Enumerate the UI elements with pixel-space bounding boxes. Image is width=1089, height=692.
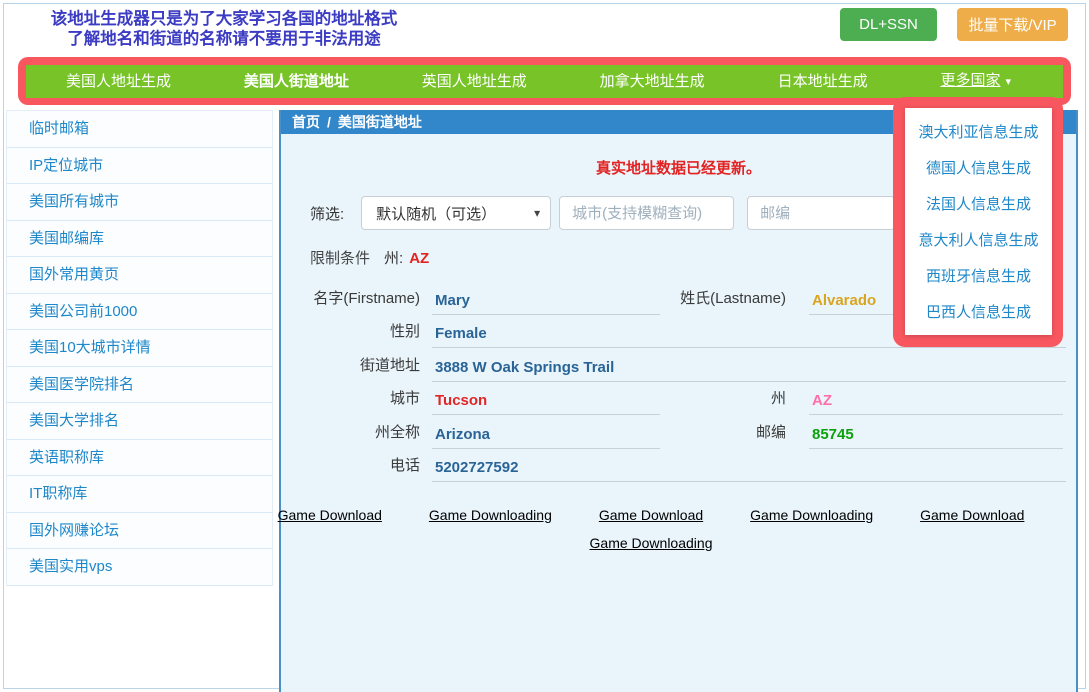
row-statefull-zip: 州全称 Arizona 邮编 85745 [281,415,1076,449]
main-nav: 美国人地址生成 美国人街道地址 英国人地址生成 加拿大地址生成 日本地址生成 更… [26,65,1063,98]
state-full-label: 州全称 [281,421,420,442]
game-links-row-2: Game Downloading [281,535,1021,553]
filter-row: 筛选: 默认随机（可选） ▾ [310,196,895,230]
more-countries-dropdown: 澳大利亚信息生成 德国人信息生成 法国人信息生成 意大利人信息生成 西班牙信息生… [905,108,1052,335]
disclaimer-line-1: 该地址生成器只是为了大家学习各国的地址格式 [28,9,420,29]
nav-item-more-countries[interactable]: 更多国家▾ [940,64,1011,99]
sidebar-item-med-school-rank[interactable]: 美国医学院排名 [7,367,272,404]
sidebar-item-it-titles[interactable]: IT职称库 [7,476,272,513]
row-street: 街道地址 3888 W Oak Springs Trail [281,348,1076,382]
firstname-value: Mary [432,292,660,315]
dropdown-item-spain[interactable]: 西班牙信息生成 [926,265,1031,286]
phone-label: 电话 [281,454,420,475]
street-value: 3888 W Oak Springs Trail [432,359,1066,382]
gender-label: 性别 [281,320,420,341]
dropdown-item-france[interactable]: 法国人信息生成 [926,193,1031,214]
dropdown-item-brazil[interactable]: 巴西人信息生成 [926,301,1031,322]
game-links: Game Download Game Downloading Game Down… [281,507,1021,553]
sidebar-item-english-titles[interactable]: 英语职称库 [7,440,272,477]
state-label: 州 [641,387,786,408]
sidebar-item-us-zip-db[interactable]: 美国邮编库 [7,221,272,258]
state-value: AZ [809,392,1063,415]
game-link[interactable]: Game Download [920,507,1024,523]
game-link[interactable]: Game Downloading [750,507,873,523]
breadcrumb-current: 美国街道地址 [338,114,422,130]
row-city-state: 城市 Tucson 州 AZ [281,382,1076,416]
filter-label: 筛选: [310,203,344,224]
chevron-down-icon: ▾ [1005,66,1011,99]
constraint-label: 限制条件 [310,250,370,267]
filter-select-value: 默认随机（可选） [376,203,496,224]
sidebar-item-temp-email[interactable]: 临时邮箱 [7,111,272,148]
zip-value: 85745 [809,426,1063,449]
dl-ssn-button[interactable]: DL+SSN [840,8,937,41]
game-link[interactable]: Game Download [599,507,703,523]
game-link[interactable]: Game Download [278,507,382,523]
sidebar-item-forums[interactable]: 国外网赚论坛 [7,513,272,550]
state-full-value: Arizona [432,426,660,449]
sidebar-item-yellow-pages[interactable]: 国外常用黄页 [7,257,272,294]
sidebar-item-us-all-cities[interactable]: 美国所有城市 [7,184,272,221]
batch-download-vip-button[interactable]: 批量下载/VIP [957,8,1068,41]
sidebar-item-us-top1000[interactable]: 美国公司前1000 [7,294,272,331]
game-link[interactable]: Game Downloading [429,507,552,523]
sidebar-item-university-rank[interactable]: 美国大学排名 [7,403,272,440]
sidebar-item-us-top10-cities[interactable]: 美国10大城市详情 [7,330,272,367]
disclaimer-line-2: 了解地名和街道的名称请不要用于非法用途 [28,29,420,49]
nav-item-japan-address[interactable]: 日本地址生成 [778,65,868,98]
constraint-value: AZ [409,250,429,267]
nav-item-us-street-address[interactable]: 美国人街道地址 [244,65,349,98]
filter-select[interactable]: 默认随机（可选） ▾ [361,196,551,230]
nav-item-uk-address[interactable]: 英国人地址生成 [422,65,527,98]
firstname-label: 名字(Firstname) [281,287,420,308]
breadcrumb-separator: / [327,114,331,130]
lastname-label: 姓氏(Lastname) [641,287,786,308]
game-links-row-1: Game Download Game Downloading Game Down… [281,507,1021,523]
nav-item-canada-address[interactable]: 加拿大地址生成 [600,65,705,98]
sidebar-item-ip-city[interactable]: IP定位城市 [7,148,272,185]
sidebar-item-us-vps[interactable]: 美国实用vps [7,549,272,586]
dropdown-item-australia[interactable]: 澳大利亚信息生成 [918,121,1038,142]
constraint-line: 限制条件州: AZ [310,247,429,268]
select-caret-icon: ▾ [534,206,540,220]
zip-search-input[interactable] [747,196,895,230]
city-search-input[interactable] [559,196,734,230]
game-link[interactable]: Game Downloading [590,535,713,551]
disclaimer-text: 该地址生成器只是为了大家学习各国的地址格式 了解地名和街道的名称请不要用于非法用… [28,9,420,49]
phone-value: 5202727592 [432,459,1066,482]
dropdown-item-italy[interactable]: 意大利人信息生成 [918,229,1038,250]
zip-label: 邮编 [641,421,786,442]
dropdown-item-germany[interactable]: 德国人信息生成 [926,157,1031,178]
city-value: Tucson [432,392,660,415]
breadcrumb-home[interactable]: 首页 [292,114,320,130]
nav-item-us-address[interactable]: 美国人地址生成 [66,65,171,98]
row-phone: 电话 5202727592 [281,449,1076,483]
sidebar: 临时邮箱 IP定位城市 美国所有城市 美国邮编库 国外常用黄页 美国公司前100… [6,110,273,586]
street-label: 街道地址 [281,354,420,375]
city-label: 城市 [281,387,420,408]
constraint-field: 州: [384,250,403,267]
